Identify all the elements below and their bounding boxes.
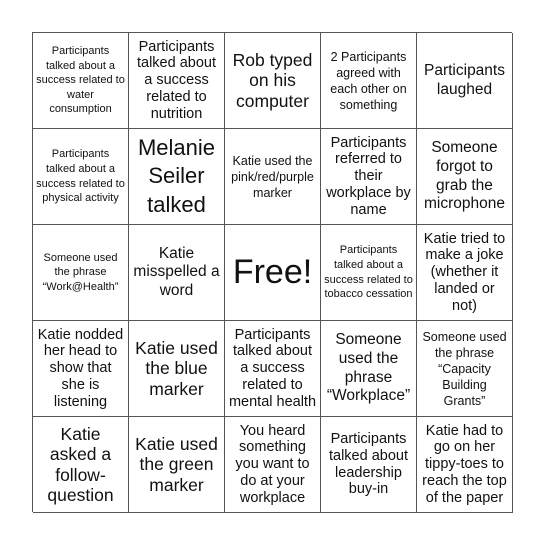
bingo-cell-text: Free! <box>232 252 313 291</box>
bingo-cell[interactable]: Rob typed on his computer <box>225 33 321 129</box>
bingo-cell[interactable]: Katie used the pink/red/purple marker <box>225 129 321 225</box>
bingo-cell[interactable]: Someone used the phrase “Workplace” <box>321 321 417 417</box>
bingo-cell-text: Participants talked about a success rela… <box>324 244 413 301</box>
bingo-cell-text: Katie nodded her head to show that she i… <box>37 326 124 410</box>
bingo-cell-text: Someone used the phrase “Capacity Buildi… <box>422 329 507 408</box>
bingo-board: Participants talked about a success rela… <box>32 32 513 513</box>
bingo-cell[interactable]: Participants talked about a success rela… <box>225 321 321 417</box>
bingo-cell-text: Participants referred to their workplace… <box>326 134 411 218</box>
bingo-cell[interactable]: Participants talked about a success rela… <box>321 225 417 321</box>
bingo-cell-text: Participants talked about a success rela… <box>136 38 216 122</box>
bingo-cell[interactable]: Someone used the phrase “Work@Health” <box>33 225 129 321</box>
bingo-cell[interactable]: Katie used the green marker <box>129 417 225 513</box>
bingo-cell-text: Participants talked about a success rela… <box>228 326 317 410</box>
bingo-cell[interactable]: Someone used the phrase “Capacity Buildi… <box>417 321 513 417</box>
bingo-cell[interactable]: Katie used the blue marker <box>129 321 225 417</box>
bingo-cell-text: Katie used the pink/red/purple marker <box>231 153 314 200</box>
bingo-cell[interactable]: Melanie Seiler talked <box>129 129 225 225</box>
bingo-cell-text: Katie misspelled a word <box>133 244 220 299</box>
bingo-cell-text: Participants laughed <box>424 61 505 98</box>
bingo-cell[interactable]: Someone forgot to grab the microphone <box>417 129 513 225</box>
bingo-cell-text: Someone used the phrase “Work@Health” <box>42 251 119 293</box>
bingo-cell[interactable]: Participants talked about a success rela… <box>33 129 129 225</box>
bingo-cell[interactable]: Participants talked about a success rela… <box>129 33 225 129</box>
bingo-cell-text: Katie asked a follow-question <box>47 424 114 505</box>
bingo-cell[interactable]: Participants talked about a success rela… <box>33 33 129 129</box>
bingo-cell[interactable]: Katie misspelled a word <box>129 225 225 321</box>
bingo-cell-text: Katie used the green marker <box>135 434 218 495</box>
bingo-cell-text: Someone used the phrase “Workplace” <box>326 331 411 405</box>
bingo-cell-text: Melanie Seiler talked <box>137 134 216 217</box>
bingo-cell[interactable]: You heard something you want to do at yo… <box>225 417 321 513</box>
bingo-cell-text: Participants talked about a success rela… <box>36 45 125 116</box>
bingo-cell[interactable]: Participants talked about leadership buy… <box>321 417 417 513</box>
bingo-cell-text: Katie used the blue marker <box>135 338 218 399</box>
bingo-cell[interactable]: Katie had to go on her tippy-toes to rea… <box>417 417 513 513</box>
bingo-cell[interactable]: 2 Participants agreed with each other on… <box>321 33 417 129</box>
bingo-cell-text: Katie tried to make a joke (whether it l… <box>423 230 506 314</box>
bingo-cell[interactable]: Participants laughed <box>417 33 513 129</box>
bingo-cell-text: 2 Participants agreed with each other on… <box>330 49 407 112</box>
bingo-cell-text: Participants talked about a success rela… <box>36 148 125 205</box>
bingo-cell-text: Someone forgot to grab the microphone <box>424 139 505 213</box>
bingo-cell-text: Rob typed on his computer <box>232 50 313 111</box>
bingo-cell[interactable]: Katie asked a follow-question <box>33 417 129 513</box>
bingo-cell[interactable]: Participants referred to their workplace… <box>321 129 417 225</box>
bingo-cell-text: You heard something you want to do at yo… <box>235 422 310 506</box>
bingo-cell-text: Katie had to go on her tippy-toes to rea… <box>422 422 507 506</box>
bingo-cell[interactable]: Katie tried to make a joke (whether it l… <box>417 225 513 321</box>
bingo-cell[interactable]: Katie nodded her head to show that she i… <box>33 321 129 417</box>
bingo-cell-text: Participants talked about leadership buy… <box>328 431 408 498</box>
free-space-cell[interactable]: Free! <box>225 225 321 321</box>
